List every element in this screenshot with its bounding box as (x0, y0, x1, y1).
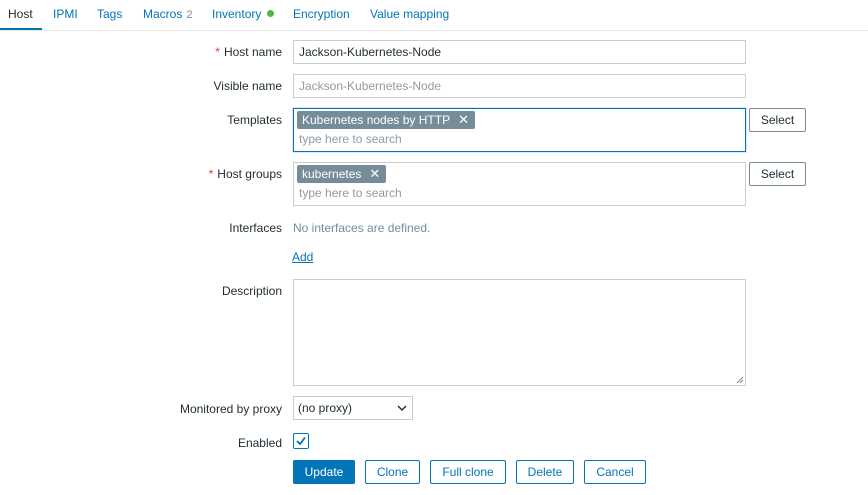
chevron-down-icon (397, 405, 407, 411)
templates-multiselect[interactable]: Kubernetes nodes by HTTP ✕ type here to s… (293, 108, 746, 152)
visible-name-label-text: Visible name (213, 79, 282, 93)
tab-label: Inventory (212, 7, 262, 21)
tab-encryption[interactable]: Encryption (293, 0, 350, 28)
host-name-input[interactable] (293, 40, 746, 64)
tab-inventory[interactable]: Inventory (212, 0, 275, 28)
remove-chip-icon[interactable]: ✕ (369, 166, 380, 181)
template-chip: Kubernetes nodes by HTTP ✕ (297, 111, 475, 129)
update-button[interactable]: Update (293, 460, 355, 484)
description-label: Description (222, 284, 282, 298)
host-name-label: * Host name (215, 45, 282, 59)
host-name-label-text: Host name (223, 45, 282, 59)
resize-grip-icon[interactable] (736, 376, 744, 384)
template-chip-label: Kubernetes nodes by HTTP (302, 113, 451, 127)
tab-tags[interactable]: Tags (97, 0, 122, 28)
tab-label: Tags (97, 7, 123, 21)
enabled-label-text: Enabled (237, 436, 282, 450)
interfaces-label-text: Interfaces (229, 221, 282, 235)
tab-label: Macros (143, 7, 183, 21)
proxy-label: Monitored by proxy (180, 402, 282, 416)
tab-macros[interactable]: Macros 2 (143, 0, 192, 28)
checkmark-icon (296, 436, 306, 446)
visible-name-label: Visible name (214, 79, 282, 93)
add-interface-link[interactable]: Add (292, 250, 313, 264)
host-group-chip: kubernetes ✕ (297, 165, 387, 183)
host-edit-form: Host IPMI Tags Macros 2 Inventory Encrypt… (0, 0, 868, 495)
interfaces-label: Interfaces (229, 221, 282, 235)
enabled-label: Enabled (238, 436, 282, 450)
templates-label-text: Templates (227, 113, 282, 127)
visible-name-input[interactable] (293, 74, 746, 98)
host-groups-label: * Host groups (209, 167, 282, 181)
host-groups-select-button[interactable]: Select (749, 162, 806, 186)
tab-label: Encryption (293, 7, 350, 21)
tab-label: IPMI (53, 7, 78, 21)
host-groups-label-text: Host groups (217, 167, 282, 181)
description-label-text: Description (221, 284, 282, 298)
proxy-label-text: Monitored by proxy (179, 402, 282, 416)
description-textarea[interactable] (293, 279, 746, 386)
required-mark: * (215, 45, 220, 59)
templates-search-input[interactable]: type here to search (299, 132, 402, 146)
tab-ipmi[interactable]: IPMI (53, 0, 78, 28)
clone-button[interactable]: Clone (365, 460, 420, 484)
inventory-status-dot-icon (267, 10, 275, 17)
templates-select-button[interactable]: Select (749, 108, 806, 132)
cancel-button[interactable]: Cancel (584, 460, 646, 484)
remove-chip-icon[interactable]: ✕ (458, 112, 469, 127)
tab-label: Value mapping (370, 7, 450, 21)
templates-label: Templates (227, 113, 282, 127)
delete-button[interactable]: Delete (516, 460, 574, 484)
tab-bar: Host IPMI Tags Macros 2 Inventory Encrypt… (0, 0, 868, 31)
macros-count-badge: 2 (186, 9, 193, 21)
full-clone-button[interactable]: Full clone (430, 460, 506, 484)
enabled-checkbox[interactable] (293, 433, 309, 449)
proxy-selected-value: (no proxy) (298, 401, 353, 415)
interfaces-empty-text: No interfaces are defined. (293, 221, 431, 235)
host-groups-multiselect[interactable]: kubernetes ✕ type here to search (293, 162, 746, 206)
tab-value-mapping[interactable]: Value mapping (370, 0, 449, 28)
required-mark: * (208, 167, 214, 181)
host-groups-search-input[interactable]: type here to search (299, 186, 402, 200)
tab-label: Host (8, 7, 33, 21)
tab-host[interactable]: Host (0, 0, 42, 30)
host-group-chip-label: kubernetes (302, 167, 362, 181)
proxy-select[interactable]: (no proxy) (293, 396, 413, 420)
